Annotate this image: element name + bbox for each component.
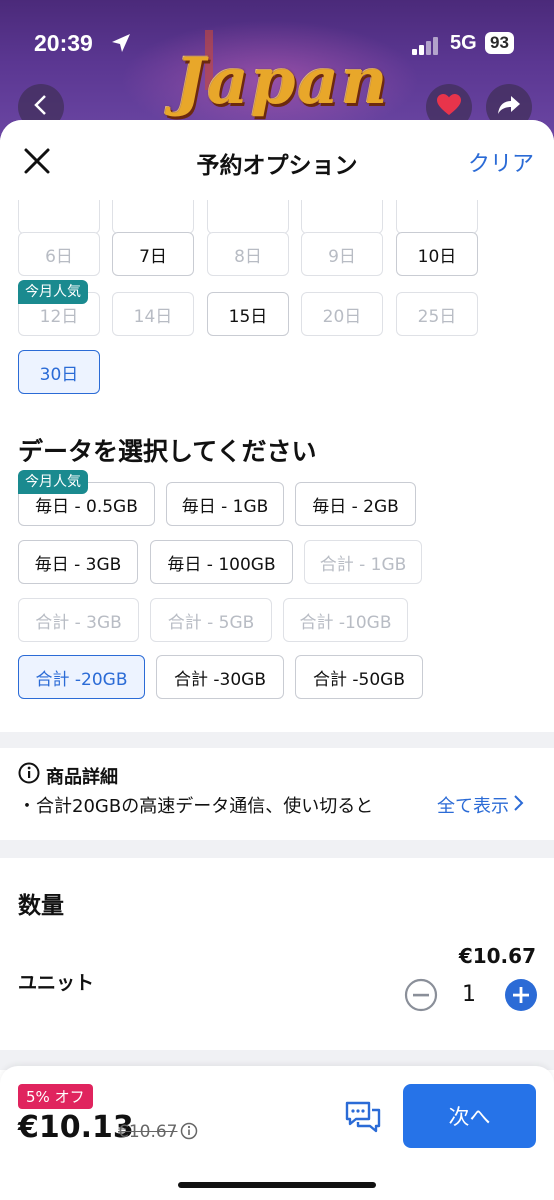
discounted-price: €10.13 bbox=[18, 1110, 134, 1145]
location-arrow-icon bbox=[110, 32, 132, 58]
status-time: 20:39 bbox=[34, 30, 93, 56]
data-option-total-1gb[interactable]: 合計 - 1GB bbox=[304, 540, 422, 584]
heart-icon bbox=[436, 93, 462, 121]
next-button[interactable]: 次へ bbox=[403, 1084, 536, 1148]
battery-level: 93 bbox=[485, 32, 514, 54]
hero-banner: Japan bbox=[0, 0, 554, 140]
original-price: €10.67 bbox=[118, 1122, 178, 1142]
day-chip-14[interactable]: 14日 bbox=[112, 292, 194, 336]
day-chip-10[interactable]: 10日 bbox=[396, 232, 478, 276]
checkout-bar: 5% オフ €10.13 €10.67 次へ bbox=[0, 1066, 554, 1200]
data-option-daily-100gb[interactable]: 毎日 - 100GB bbox=[150, 540, 293, 584]
chat-icon bbox=[345, 1101, 381, 1133]
home-indicator bbox=[178, 1182, 376, 1188]
day-chip-15[interactable]: 15日 bbox=[207, 292, 289, 336]
text-fade bbox=[370, 788, 440, 818]
section-divider bbox=[0, 840, 554, 858]
day-chip-6[interactable]: 6日 bbox=[18, 232, 100, 276]
increase-quantity-button[interactable] bbox=[504, 978, 538, 1016]
day-chip-7[interactable]: 7日 bbox=[112, 232, 194, 276]
quantity-value: 1 bbox=[462, 982, 476, 1007]
show-all-label: 全て表示 bbox=[437, 796, 509, 817]
status-bar: 20:39 5G 93 bbox=[0, 28, 554, 64]
day-chip-9[interactable]: 9日 bbox=[301, 232, 383, 276]
data-option-daily-3gb[interactable]: 毎日 - 3GB bbox=[18, 540, 138, 584]
data-section-title: データを選択してください bbox=[18, 437, 317, 466]
sheet-header: 予約オプション クリア bbox=[0, 120, 554, 200]
section-divider bbox=[0, 732, 554, 748]
price-info-icon[interactable] bbox=[180, 1122, 198, 1144]
popular-badge: 今月人気 bbox=[18, 470, 88, 494]
decrease-quantity-button[interactable] bbox=[404, 978, 438, 1016]
data-option-total-50gb[interactable]: 合計 -50GB bbox=[295, 655, 423, 699]
show-all-link[interactable]: 全て表示 bbox=[437, 792, 525, 818]
day-chip-8[interactable]: 8日 bbox=[207, 232, 289, 276]
day-chip-30[interactable]: 30日 bbox=[18, 350, 100, 394]
day-chip-20[interactable]: 20日 bbox=[301, 292, 383, 336]
chevron-left-icon bbox=[32, 94, 50, 120]
minus-circle-icon bbox=[404, 978, 438, 1012]
network-type: 5G bbox=[450, 32, 477, 54]
data-option-total-20gb[interactable]: 合計 -20GB bbox=[18, 655, 145, 699]
share-icon bbox=[496, 93, 522, 121]
chevron-right-icon bbox=[513, 794, 525, 817]
quantity-title: 数量 bbox=[18, 893, 64, 919]
clear-button[interactable]: クリア bbox=[468, 146, 534, 178]
discount-badge: 5% オフ bbox=[18, 1084, 93, 1109]
unit-label: ユニット bbox=[18, 972, 95, 994]
popular-badge: 今月人気 bbox=[18, 280, 88, 304]
data-option-daily-1gb[interactable]: 毎日 - 1GB bbox=[166, 482, 284, 526]
chat-button[interactable] bbox=[344, 1100, 382, 1138]
data-option-total-5gb[interactable]: 合計 - 5GB bbox=[150, 598, 272, 642]
product-details-title: 商品詳細 bbox=[18, 762, 118, 789]
day-chip-25[interactable]: 25日 bbox=[396, 292, 478, 336]
unit-price: €10.67 bbox=[458, 944, 536, 968]
signal-icon bbox=[412, 37, 442, 59]
data-option-total-10gb[interactable]: 合計 -10GB bbox=[283, 598, 408, 642]
data-option-total-3gb[interactable]: 合計 - 3GB bbox=[18, 598, 139, 642]
booking-options-sheet: 予約オプション クリア 6日 7日 8日 9日 10日 12日 今月人気 14日… bbox=[0, 120, 554, 1200]
data-option-total-30gb[interactable]: 合計 -30GB bbox=[156, 655, 284, 699]
info-icon bbox=[18, 762, 40, 789]
data-option-daily-2gb[interactable]: 毎日 - 2GB bbox=[295, 482, 416, 526]
plus-circle-icon bbox=[505, 979, 537, 1011]
details-title-text: 商品詳細 bbox=[46, 766, 118, 788]
